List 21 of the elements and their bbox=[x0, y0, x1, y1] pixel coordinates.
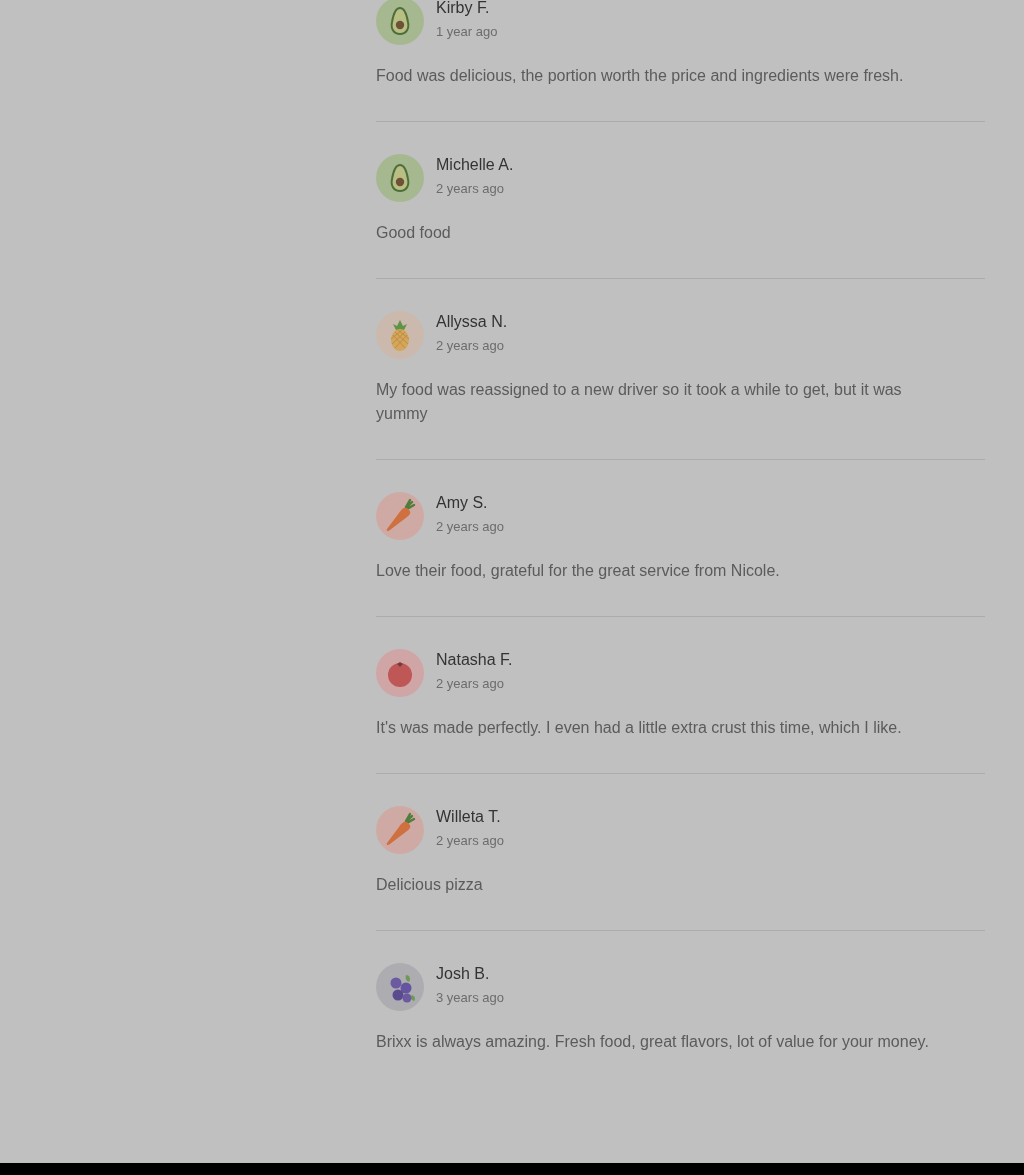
review-text: Good food bbox=[376, 223, 452, 243]
review-text: It's was made perfectly. I even had a little extra crust this time, which I like. bbox=[376, 718, 903, 738]
review-text: Delicious pizza bbox=[376, 875, 484, 895]
reviewer-name: Willeta T. bbox=[436, 807, 501, 827]
reviewer-name: Allyssa N. bbox=[436, 312, 508, 332]
review-text: Brixx is always amazing. Fresh food, great flavors, lot of value for your money. bbox=[376, 1032, 930, 1052]
reviewer-name: Amy S. bbox=[436, 493, 488, 513]
review-date: 1 year ago bbox=[436, 23, 498, 41]
review-text: My food was reassigned to a new driver so it took a while to get, but it was yummy bbox=[376, 380, 903, 424]
review-date: 2 years ago bbox=[436, 180, 504, 198]
review-text: Food was delicious, the portion worth the price and ingredients were fresh. bbox=[376, 66, 905, 86]
review-date: 2 years ago bbox=[436, 518, 504, 536]
review-date: 3 years ago bbox=[436, 989, 504, 1007]
reviewer-name: Josh B. bbox=[436, 964, 490, 984]
review-text: Love their food, grateful for the great service from Nicole. bbox=[376, 561, 781, 581]
review-date: 2 years ago bbox=[436, 337, 504, 355]
reviewer-name: Natasha F. bbox=[436, 650, 513, 670]
reviewer-name: Kirby F. bbox=[436, 0, 490, 18]
review-date: 2 years ago bbox=[436, 832, 504, 850]
review-date: 2 years ago bbox=[436, 675, 504, 693]
reviewer-name: Michelle A. bbox=[436, 155, 514, 175]
